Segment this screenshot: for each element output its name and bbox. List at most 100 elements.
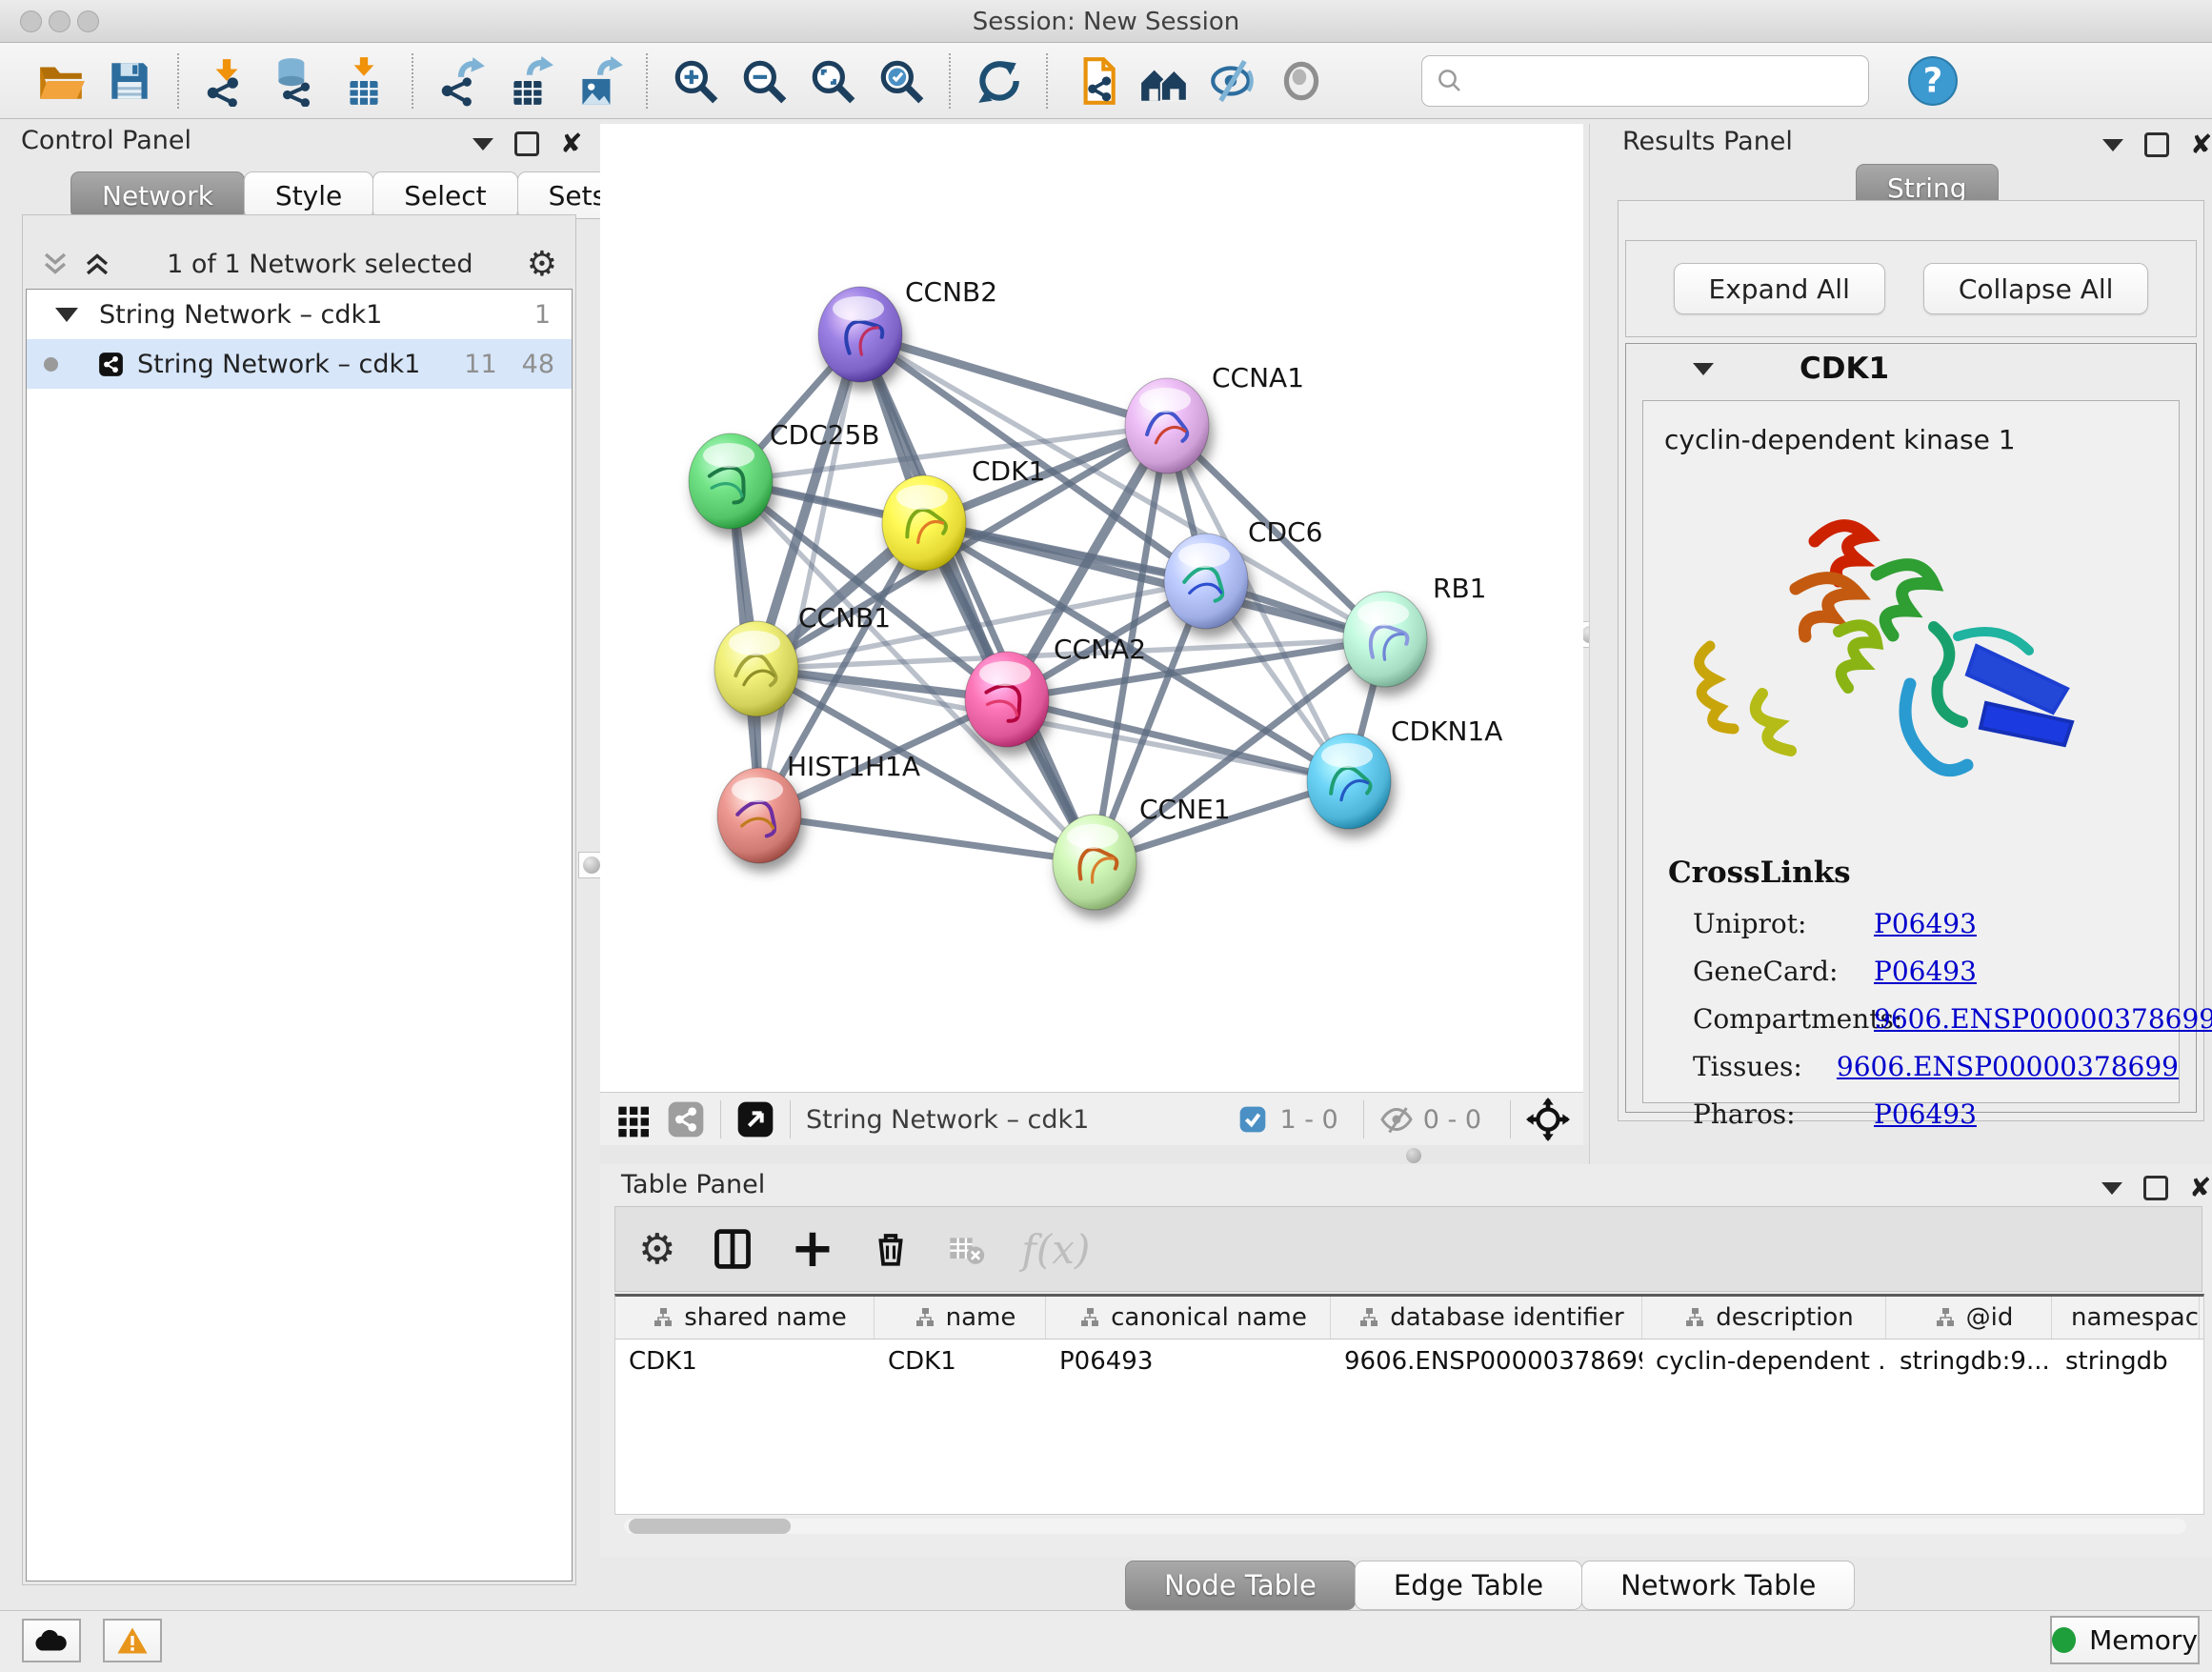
network-options-gear-icon[interactable]: ⚙ xyxy=(527,245,557,284)
network-share-gray-icon[interactable] xyxy=(667,1100,705,1138)
node-CDK1[interactable] xyxy=(882,475,966,571)
table-hscrollbar-track[interactable] xyxy=(624,1519,2186,1534)
results-panel-float-icon[interactable] xyxy=(2144,132,2169,157)
export-network-icon[interactable] xyxy=(435,55,487,107)
string-document-icon[interactable] xyxy=(1070,55,1121,107)
node-CCNE1[interactable] xyxy=(1053,815,1136,910)
control-panel-close-icon[interactable]: ✘ xyxy=(560,134,582,153)
collapse-all-icon[interactable] xyxy=(39,248,71,280)
edge-CCNB2-CCNA1[interactable] xyxy=(860,334,1167,426)
zoom-selected-icon[interactable] xyxy=(875,55,927,107)
tab-node-table[interactable]: Node Table xyxy=(1125,1561,1356,1610)
pan-crosshair-icon[interactable] xyxy=(1526,1098,1570,1141)
column-header-canonical-name[interactable]: canonical name xyxy=(1046,1297,1331,1339)
open-session-icon[interactable] xyxy=(35,55,87,107)
network-collection-row[interactable]: String Network – cdk1 1 xyxy=(27,290,572,339)
glass-ball-effect-icon[interactable] xyxy=(1207,55,1258,107)
hidden-eye-icon[interactable] xyxy=(1379,1102,1414,1137)
memory-button[interactable]: Memory xyxy=(2050,1616,2200,1664)
table-panel-float-icon[interactable] xyxy=(2143,1176,2168,1200)
zoom-in-icon[interactable] xyxy=(670,55,721,107)
help-icon[interactable]: ? xyxy=(1907,55,1959,107)
save-session-icon[interactable] xyxy=(104,55,155,107)
table-gear-icon[interactable]: ⚙ xyxy=(638,1225,675,1274)
collection-expander-icon[interactable] xyxy=(55,308,78,322)
cloud-button[interactable] xyxy=(22,1619,81,1662)
node-CCNA2[interactable] xyxy=(965,652,1049,747)
edge-CCNB2-CCNE1[interactable] xyxy=(860,334,1095,862)
node-RB1[interactable] xyxy=(1343,592,1427,687)
warning-button[interactable] xyxy=(103,1619,162,1662)
control-panel-float-icon[interactable] xyxy=(514,131,539,156)
tab-select[interactable]: Select xyxy=(372,171,517,219)
table-tabs: Node Table Edge Table Network Table xyxy=(1126,1561,1855,1610)
search-input[interactable] xyxy=(1464,65,1849,96)
table-hscrollbar-thumb[interactable] xyxy=(629,1519,791,1534)
node-CCNB2[interactable] xyxy=(818,287,902,382)
toolbar-separator xyxy=(1046,53,1048,109)
table-header-row: shared namenamecanonical namedatabase id… xyxy=(615,1297,2203,1340)
table-row[interactable]: CDK1CDK1P064939606.ENSP00000378699cyclin… xyxy=(615,1340,2203,1381)
network-canvas[interactable]: CCNB2CCNA1CDC25BCDK1CDC6RB1CCNB1CCNA2CDK… xyxy=(600,124,1583,1092)
column-header-database-identifier[interactable]: database identifier xyxy=(1331,1297,1642,1339)
birdseye-grid-icon[interactable] xyxy=(615,1100,654,1138)
export-table-icon[interactable] xyxy=(504,55,555,107)
edge-CCNE1-HIST1H1A[interactable] xyxy=(759,816,1095,862)
column-header-name[interactable]: name xyxy=(875,1297,1046,1339)
import-network-file-icon[interactable] xyxy=(201,55,252,107)
collapse-all-button[interactable]: Collapse All xyxy=(1923,263,2149,314)
control-panel-menu-icon[interactable] xyxy=(473,138,493,151)
memory-status-dot-icon xyxy=(2052,1627,2076,1653)
expand-all-icon[interactable] xyxy=(81,248,113,280)
node-CDC6[interactable] xyxy=(1164,534,1248,629)
network-view-title: String Network – cdk1 xyxy=(806,1105,1089,1135)
results-panel-menu-icon[interactable] xyxy=(2102,139,2123,151)
network-row-selected[interactable]: String Network – cdk1 11 48 xyxy=(27,339,572,389)
expand-all-button[interactable]: Expand All xyxy=(1674,263,1885,314)
crosslink-link[interactable]: P06493 xyxy=(1874,908,1977,939)
delete-column-icon[interactable] xyxy=(871,1229,911,1269)
crosslink-row: Compartments:9606.ENSP00000378699 xyxy=(1693,995,2179,1042)
import-table-file-icon[interactable] xyxy=(338,55,390,107)
import-network-database-icon[interactable] xyxy=(270,55,321,107)
tab-network-table[interactable]: Network Table xyxy=(1581,1561,1855,1610)
crosslink-link[interactable]: P06493 xyxy=(1874,956,1977,987)
apply-preferred-layout-icon[interactable] xyxy=(973,55,1024,107)
selected-checkbox-icon[interactable] xyxy=(1237,1104,1268,1135)
network-state-dot-icon xyxy=(44,357,58,372)
select-columns-icon[interactable] xyxy=(712,1228,754,1270)
export-image-icon[interactable] xyxy=(573,55,624,107)
detach-view-icon[interactable] xyxy=(736,1100,774,1138)
table-panel-close-icon[interactable]: ✘ xyxy=(2189,1178,2211,1198)
node-label-CDC25B: CDC25B xyxy=(770,419,880,451)
table-panel-menu-icon[interactable] xyxy=(2101,1182,2122,1195)
results-panel-close-icon[interactable]: ✘ xyxy=(2190,135,2212,154)
column-header-shared-name[interactable]: shared name xyxy=(615,1297,875,1339)
tab-network[interactable]: Network xyxy=(70,171,245,219)
stringify-houses-icon[interactable] xyxy=(1138,55,1190,107)
node-label-CDKN1A: CDKN1A xyxy=(1391,715,1502,747)
crosslink-label: Uniprot: xyxy=(1693,908,1874,939)
tab-edge-table[interactable]: Edge Table xyxy=(1355,1561,1582,1610)
node-CCNA1[interactable] xyxy=(1125,378,1209,473)
zoom-fit-icon[interactable] xyxy=(807,55,858,107)
zoom-out-icon[interactable] xyxy=(738,55,790,107)
crosslink-link[interactable]: P06493 xyxy=(1874,1098,1977,1130)
crosslink-link[interactable]: 9606.ENSP00000378699 xyxy=(1874,1003,2212,1035)
column-header--id[interactable]: @id xyxy=(1886,1297,2052,1339)
node-CCNB1[interactable] xyxy=(714,621,798,716)
crosslink-link[interactable]: 9606.ENSP00000378699 xyxy=(1837,1051,2179,1082)
node-HIST1H1A[interactable] xyxy=(717,768,801,863)
show-structure-images-icon[interactable] xyxy=(1276,55,1327,107)
splitter-handle-dot[interactable] xyxy=(1406,1148,1421,1163)
column-header-namespac[interactable]: namespac xyxy=(2052,1297,2200,1339)
column-type-icon xyxy=(1357,1306,1380,1329)
card-expander-icon[interactable] xyxy=(1693,363,1714,375)
node-label-CCNA2: CCNA2 xyxy=(1054,634,1146,665)
tab-style[interactable]: Style xyxy=(244,171,373,219)
add-column-icon[interactable]: + xyxy=(790,1230,835,1268)
node-label-CDC6: CDC6 xyxy=(1248,516,1322,548)
node-CDC25B[interactable] xyxy=(689,433,773,529)
node-CDKN1A[interactable] xyxy=(1307,734,1391,829)
column-header-description[interactable]: description xyxy=(1642,1297,1886,1339)
